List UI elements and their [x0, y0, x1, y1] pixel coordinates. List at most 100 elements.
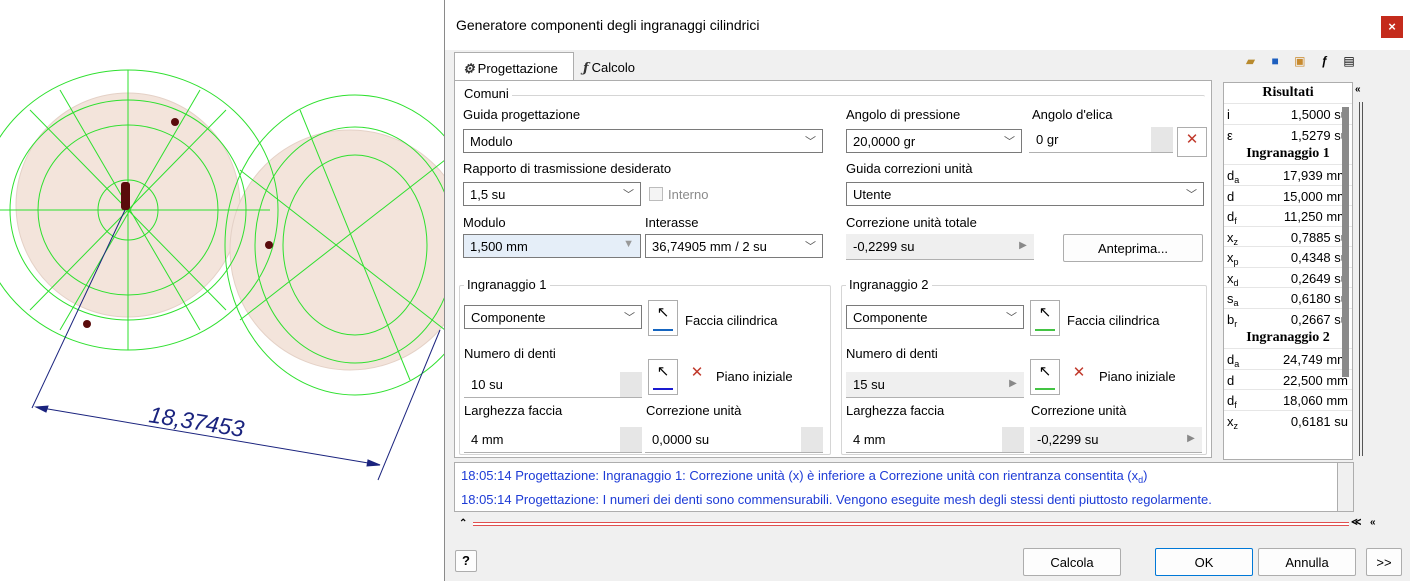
message-text: ): [1143, 468, 1148, 483]
interasse-label: Interasse: [645, 215, 699, 230]
gear1-larghezza-input[interactable]: 4 mm: [464, 427, 642, 453]
results-general: i 1,5000 su ε 1,5279 su: [1224, 103, 1352, 144]
results-gear1: da 17,939 mm d 15,000 mm df 11,250 mm xz 0,7885…: [1224, 164, 1352, 329]
result-row: da 24,749 mm: [1224, 348, 1352, 369]
result-value: 1,5000 su: [1290, 107, 1348, 122]
chevron-down-icon: ﹀: [1186, 189, 1197, 201]
gear1-corr-input[interactable]: 0,0000 su: [645, 427, 823, 453]
report-icon[interactable]: ▤: [1340, 52, 1358, 70]
gear1-face-pick[interactable]: ↖: [648, 300, 678, 336]
expand-log-icon[interactable]: ⌃: [459, 518, 467, 529]
spinner[interactable]: [1002, 427, 1024, 452]
spinner[interactable]: [801, 427, 823, 452]
gear2-denti-label: Numero di denti: [846, 346, 938, 361]
spinner[interactable]: [620, 372, 642, 397]
gear1-denti-input[interactable]: 10 su: [464, 372, 642, 398]
message-line-2: 18:05:14 Progettazione: I numeri dei den…: [461, 492, 1212, 507]
tab-calcolo[interactable]: ƒ Calcolo: [575, 52, 665, 80]
gear2-type-select[interactable]: Componente ﹀: [846, 305, 1024, 329]
ok-button[interactable]: OK: [1155, 548, 1253, 576]
gear2-corr-input[interactable]: -0,2299 su ▶: [1030, 427, 1202, 453]
settings-icon[interactable]: ▣: [1291, 52, 1309, 70]
gear2-plane-pick[interactable]: ↖: [1030, 359, 1060, 395]
input-value: -0,2299 su: [1037, 432, 1099, 447]
gear2-face-pick[interactable]: ↖: [1030, 300, 1060, 336]
model-viewport[interactable]: 18,37453: [0, 0, 445, 581]
result-symbol: d: [1227, 189, 1234, 206]
gear1-denti-label: Numero di denti: [464, 346, 556, 361]
open-folder-icon[interactable]: ▰: [1242, 52, 1260, 70]
log-splitter[interactable]: [473, 522, 1349, 526]
gear1-face-label: Faccia cilindrica: [685, 313, 778, 328]
gear2-larghezza-input[interactable]: 4 mm: [846, 427, 1024, 453]
calcola-button[interactable]: Calcola: [1023, 548, 1121, 576]
collapse-log-icon[interactable]: ≪: [1351, 517, 1361, 528]
angolo-pressione-select[interactable]: 20,0000 gr ﹀: [846, 129, 1022, 153]
rapporto-select[interactable]: 1,5 su ﹀: [463, 182, 641, 206]
angolo-elica-input[interactable]: 0 gr: [1029, 127, 1173, 153]
chevron-down-icon: ﹀: [624, 312, 635, 324]
result-value: 0,4348 su: [1290, 250, 1348, 265]
result-row: xz 0,7885 su: [1224, 225, 1352, 247]
gear2-denti-input[interactable]: 15 su ▶: [846, 372, 1024, 398]
result-symbol: ε: [1227, 128, 1233, 143]
spinner[interactable]: [620, 427, 642, 452]
flip-icon: ✕: [1072, 364, 1086, 381]
result-symbol: df: [1227, 209, 1237, 226]
guida-corr-select[interactable]: Utente ﹀: [846, 182, 1204, 206]
result-value: 17,939 mm: [1282, 168, 1348, 183]
gear1-plane-label: Piano iniziale: [716, 369, 793, 384]
help-button[interactable]: ?: [455, 550, 477, 572]
gear1-type-select[interactable]: Componente ﹀: [464, 305, 642, 329]
input-value: 0,0000 su: [652, 432, 710, 447]
input-value: 15 su: [853, 377, 885, 392]
message-scrollbar[interactable]: [1338, 462, 1354, 512]
close-button[interactable]: ×: [1381, 16, 1403, 38]
symbol-subscript: f: [1234, 400, 1237, 410]
corr-totale-input[interactable]: -0,2299 su ▶: [846, 234, 1034, 260]
modulo-select[interactable]: 1,500 mm ▼: [463, 234, 641, 258]
anteprima-button[interactable]: Anteprima...: [1063, 234, 1203, 262]
interno-checkbox[interactable]: [649, 187, 663, 201]
play-icon: ▶: [1019, 240, 1027, 251]
result-row: i 1,5000 su: [1224, 103, 1352, 124]
collapse-results-icon[interactable]: «: [1355, 84, 1361, 95]
interasse-select[interactable]: 36,74905 mm / 2 su ﹀: [645, 234, 823, 258]
dimension-label: 18,37453: [147, 401, 246, 442]
results-splitter[interactable]: «: [1353, 82, 1368, 460]
more-button[interactable]: >>: [1366, 548, 1402, 576]
group-legend: Ingranaggio 2: [846, 277, 932, 292]
spinner[interactable]: [1151, 127, 1173, 152]
input-value: 0 gr: [1036, 132, 1059, 147]
result-symbol: da: [1227, 352, 1239, 369]
select-value: 1,500 mm: [470, 239, 528, 254]
select-value: 20,0000 gr: [853, 134, 916, 149]
gear1-plane-pick[interactable]: ↖: [648, 359, 678, 395]
guida-select[interactable]: Modulo ﹀: [463, 129, 823, 153]
symbol-text: ε: [1227, 127, 1233, 143]
result-row: df 11,250 mm: [1224, 205, 1352, 226]
result-value: 0,6180 su: [1290, 291, 1348, 306]
result-symbol: xd: [1227, 271, 1239, 288]
annulla-button[interactable]: Annulla: [1258, 548, 1356, 576]
message-text: 18:05:14 Progettazione: Ingranaggio 1: C…: [461, 468, 1139, 483]
select-value: 36,74905 mm / 2 su: [652, 239, 767, 254]
gear1-larghezza-label: Larghezza faccia: [464, 403, 563, 418]
side-collapse-icon[interactable]: «: [1370, 517, 1376, 528]
symbol-subscript: z: [1233, 420, 1239, 431]
helix-pick-button[interactable]: ✕: [1177, 127, 1207, 157]
results-gear1-title: Ingranaggio 1: [1246, 146, 1330, 161]
gear2-plane-flip[interactable]: ✕: [1064, 361, 1094, 391]
rapporto-label: Rapporto di trasmissione desiderato: [463, 161, 672, 176]
group-legend: Comuni: [461, 86, 512, 101]
function-icon[interactable]: ƒ: [1315, 52, 1333, 70]
help-icon: ?: [462, 553, 470, 568]
gear1-plane-flip[interactable]: ✕: [682, 361, 712, 391]
input-value: 4 mm: [471, 432, 504, 447]
result-symbol: xp: [1227, 250, 1239, 267]
tab-progettazione[interactable]: ⚙ Progettazione: [454, 52, 574, 82]
results-scrollbar[interactable]: [1342, 107, 1349, 377]
save-icon[interactable]: ■: [1266, 52, 1284, 70]
guida-label: Guida progettazione: [463, 107, 581, 122]
gear1-corr-label: Correzione unità: [646, 403, 742, 418]
